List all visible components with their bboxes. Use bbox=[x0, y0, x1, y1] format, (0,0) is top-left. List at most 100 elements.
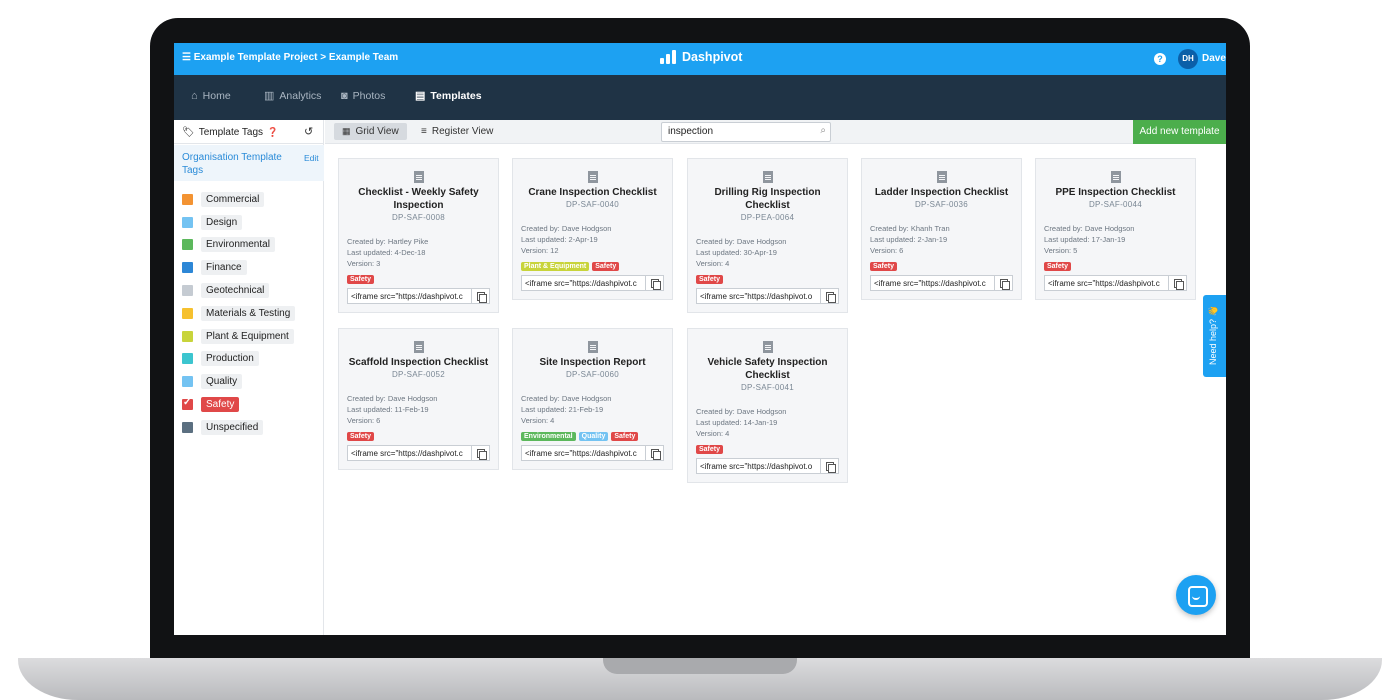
brand[interactable]: Dashpivot bbox=[660, 50, 742, 64]
edit-link[interactable]: Edit bbox=[304, 153, 319, 163]
tag-filter-label[interactable]: Plant & Equipment bbox=[201, 328, 294, 344]
template-tags: Safety bbox=[1044, 262, 1195, 271]
help-icon[interactable]: ? bbox=[1154, 53, 1166, 65]
template-title[interactable]: PPE Inspection Checklist bbox=[1044, 186, 1187, 199]
embed-code-field[interactable]: <iframe src="https://dashpivot.c bbox=[347, 288, 472, 304]
tag-filter-item[interactable]: Unspecified bbox=[182, 416, 295, 439]
nav-analytics[interactable]: ▥ Analytics bbox=[264, 90, 321, 102]
tag-color-swatch[interactable] bbox=[182, 421, 193, 433]
copy-icon[interactable] bbox=[646, 275, 664, 291]
breadcrumb-label[interactable]: Example Template Project > Example Team bbox=[194, 52, 398, 63]
tag-filter-item[interactable]: Plant & Equipment bbox=[182, 325, 295, 348]
template-title[interactable]: Checklist - Weekly Safety Inspection bbox=[347, 186, 490, 212]
template-title[interactable]: Ladder Inspection Checklist bbox=[870, 186, 1013, 199]
nav-home[interactable]: ⌂ Home bbox=[191, 90, 231, 102]
tag-filter-label[interactable]: Unspecified bbox=[201, 419, 264, 435]
tag-filter-item[interactable]: Geotechnical bbox=[182, 279, 295, 302]
register-view-button[interactable]: ≡ Register View bbox=[413, 123, 501, 140]
grid-view-button[interactable]: ▦ Grid View bbox=[334, 123, 407, 140]
document-icon bbox=[936, 171, 947, 183]
need-help-tab[interactable]: Need help? 👋 bbox=[1203, 295, 1226, 377]
breadcrumb[interactable]: ☰ Example Template Project > Example Tea… bbox=[182, 52, 398, 63]
tag-color-swatch[interactable] bbox=[182, 193, 193, 205]
copy-icon[interactable] bbox=[646, 445, 664, 461]
tag-filter-label[interactable]: Production bbox=[201, 351, 259, 367]
template-card[interactable]: Scaffold Inspection Checklist DP-SAF-0052… bbox=[338, 328, 499, 470]
embed-code-field[interactable]: <iframe src="https://dashpivot.c bbox=[870, 275, 995, 291]
template-title[interactable]: Scaffold Inspection Checklist bbox=[347, 356, 490, 369]
template-code: DP-SAF-0044 bbox=[1088, 200, 1143, 209]
tag-color-swatch[interactable] bbox=[182, 353, 193, 365]
org-template-tags-label[interactable]: Organisation Template Tags bbox=[182, 151, 292, 177]
tag-color-swatch[interactable] bbox=[182, 285, 193, 297]
nav-templates[interactable]: ▤ Templates bbox=[415, 90, 482, 102]
nav-photos[interactable]: ◙ Photos bbox=[341, 90, 385, 102]
embed-code-field[interactable]: <iframe src="https://dashpivot.c bbox=[521, 275, 646, 291]
template-card[interactable]: Drilling Rig Inspection Checklist DP-PEA-… bbox=[687, 158, 848, 313]
tag-filter-label[interactable]: Finance bbox=[201, 260, 247, 276]
copy-icon[interactable] bbox=[1169, 275, 1187, 291]
need-help-label[interactable]: Need help? 👋 bbox=[1208, 305, 1219, 365]
template-version: Version: 4 bbox=[696, 429, 730, 438]
tag-filter-item[interactable]: Materials & Testing bbox=[182, 302, 296, 325]
search-icon[interactable]: ⌕ bbox=[820, 125, 826, 136]
tag-filter-label[interactable]: Quality bbox=[201, 374, 243, 390]
template-card[interactable]: Checklist - Weekly Safety Inspection DP-S… bbox=[338, 158, 499, 313]
tag-color-swatch[interactable] bbox=[182, 262, 193, 274]
tag-filter-item[interactable]: Environmental bbox=[182, 234, 295, 257]
embed-code-field[interactable]: <iframe src="https://dashpivot.o bbox=[696, 458, 821, 474]
embed-code-row: <iframe src="https://dashpivot.o bbox=[696, 288, 839, 304]
embed-code-field[interactable]: <iframe src="https://dashpivot.c bbox=[521, 445, 646, 461]
tag-filter-label[interactable]: Materials & Testing bbox=[201, 305, 296, 321]
template-title[interactable]: Crane Inspection Checklist bbox=[521, 186, 664, 199]
username[interactable]: Dave bbox=[1202, 53, 1226, 64]
template-meta: Created by: Dave Hodgson Last updated: 17… bbox=[1044, 223, 1195, 256]
tag-filter-item[interactable]: Quality bbox=[182, 370, 295, 393]
tag-color-swatch[interactable] bbox=[182, 307, 193, 319]
checked-checkbox-icon[interactable] bbox=[182, 397, 193, 411]
tag-filter-label[interactable]: Commercial bbox=[201, 191, 265, 207]
tag-filter-item[interactable]: Design bbox=[182, 211, 295, 234]
reset-icon[interactable]: ↺ bbox=[304, 125, 313, 138]
tag-filter-item[interactable]: Safety bbox=[182, 393, 295, 416]
copy-icon[interactable] bbox=[821, 458, 839, 474]
tag-filter-item[interactable]: Commercial bbox=[182, 188, 295, 211]
document-icon bbox=[762, 171, 773, 183]
tag-color-swatch[interactable] bbox=[182, 330, 193, 342]
template-card[interactable]: PPE Inspection Checklist DP-SAF-0044 Creat… bbox=[1035, 158, 1196, 300]
tag-filter-item[interactable]: Finance bbox=[182, 256, 295, 279]
help-circle-icon[interactable]: ❓ bbox=[267, 127, 278, 138]
copy-icon[interactable] bbox=[472, 445, 490, 461]
template-created: Created by: Dave Hodgson bbox=[521, 394, 612, 403]
add-new-template-button[interactable]: Add new template bbox=[1133, 120, 1226, 144]
template-title[interactable]: Drilling Rig Inspection Checklist bbox=[696, 186, 839, 212]
template-title[interactable]: Site Inspection Report bbox=[521, 356, 664, 369]
tag-color-swatch[interactable] bbox=[182, 216, 193, 228]
embed-code-field[interactable]: <iframe src="https://dashpivot.c bbox=[347, 445, 472, 461]
template-title[interactable]: Vehicle Safety Inspection Checklist bbox=[696, 356, 839, 382]
template-card[interactable]: Site Inspection Report DP-SAF-0060 Created… bbox=[512, 328, 673, 470]
tag-filter-label[interactable]: Design bbox=[201, 214, 243, 230]
tag-color-swatch[interactable] bbox=[182, 239, 193, 251]
search-box[interactable]: ⌕ bbox=[661, 122, 831, 142]
template-updated: Last updated: 4-Dec-18 bbox=[347, 248, 426, 257]
copy-icon[interactable] bbox=[472, 288, 490, 304]
embed-code-field[interactable]: <iframe src="https://dashpivot.c bbox=[1044, 275, 1169, 291]
chat-icon[interactable] bbox=[1176, 575, 1216, 615]
copy-icon[interactable] bbox=[995, 275, 1013, 291]
avatar[interactable]: DH bbox=[1178, 49, 1198, 69]
org-template-tags[interactable]: Organisation Template Tags Edit bbox=[174, 145, 324, 181]
document-icon: ▤ bbox=[415, 89, 426, 102]
tag-filter-label[interactable]: Geotechnical bbox=[201, 283, 270, 299]
copy-icon[interactable] bbox=[821, 288, 839, 304]
template-card[interactable]: Ladder Inspection Checklist DP-SAF-0036 Cr… bbox=[861, 158, 1022, 300]
tag-filter-label[interactable]: Safety bbox=[201, 397, 240, 413]
tag-filter-item[interactable]: Production bbox=[182, 348, 295, 371]
tag-filter-label[interactable]: Environmental bbox=[201, 237, 275, 253]
template-card[interactable]: Crane Inspection Checklist DP-SAF-0040 Cre… bbox=[512, 158, 673, 300]
embed-code-field[interactable]: <iframe src="https://dashpivot.o bbox=[696, 288, 821, 304]
tag-color-swatch[interactable] bbox=[182, 376, 193, 388]
hamburger-menu-icon[interactable]: ☰ bbox=[182, 52, 191, 63]
template-card[interactable]: Vehicle Safety Inspection Checklist DP-SA… bbox=[687, 328, 848, 483]
search-input[interactable] bbox=[668, 126, 808, 137]
